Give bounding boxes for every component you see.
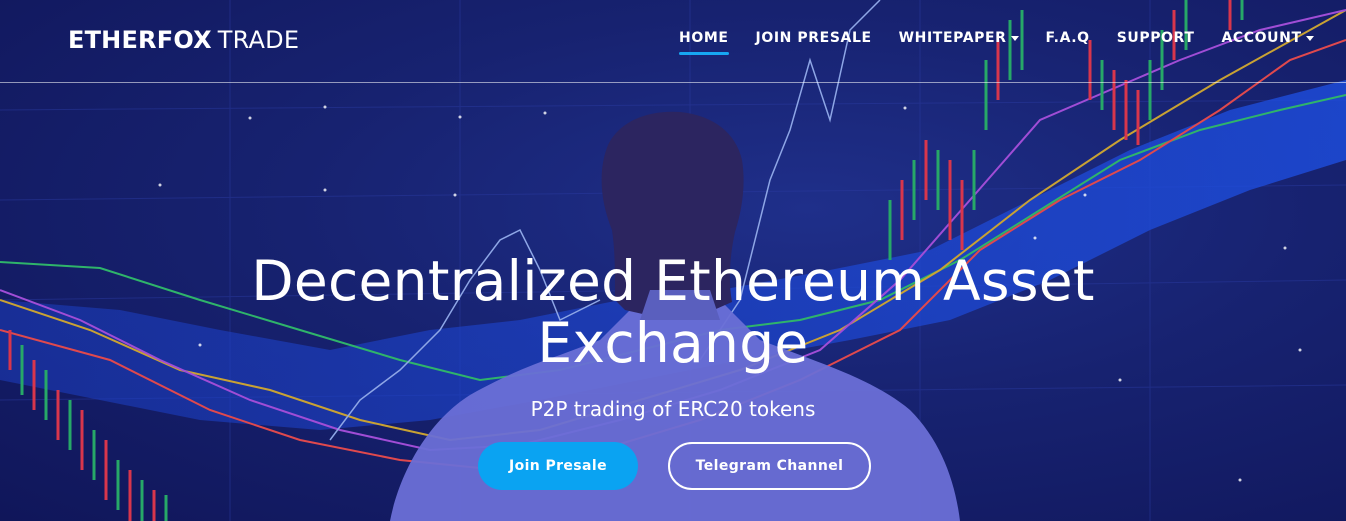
hero-section: ETHERFOX TRADE HOME JOIN PRESALE WHITEPAP…	[0, 0, 1346, 521]
nav-label: WHITEPAPER	[898, 30, 1007, 46]
join-presale-button[interactable]: Join Presale	[478, 442, 638, 490]
nav-label: JOIN PRESALE	[755, 30, 872, 46]
caret-down-icon	[1305, 35, 1314, 41]
brand-name-light: TRADE	[217, 26, 300, 54]
brand-logo[interactable]: ETHERFOX TRADE	[68, 26, 299, 54]
nav-item-account[interactable]: ACCOUNT	[1221, 30, 1314, 46]
nav-label: ACCOUNT	[1221, 30, 1302, 46]
caret-down-icon	[1010, 35, 1019, 41]
telegram-channel-button[interactable]: Telegram Channel	[668, 442, 871, 490]
nav-label: HOME	[679, 30, 729, 46]
hero-title: Decentralized Ethereum Asset Exchange	[0, 250, 1346, 374]
brand-name-bold: ETHERFOX	[68, 26, 212, 54]
top-navbar: ETHERFOX TRADE HOME JOIN PRESALE WHITEPAP…	[0, 0, 1346, 83]
hero-subtitle: P2P trading of ERC20 tokens	[530, 397, 816, 421]
nav-item-join-presale[interactable]: JOIN PRESALE	[756, 30, 872, 46]
nav-label: F.A.Q	[1045, 30, 1090, 46]
nav-item-faq[interactable]: F.A.Q	[1046, 30, 1090, 46]
nav-label: SUPPORT	[1116, 30, 1195, 46]
hero-title-line1: Decentralized Ethereum Asset	[251, 249, 1095, 313]
nav-item-whitepaper[interactable]: WHITEPAPER	[899, 30, 1019, 46]
hero-title-line2: Exchange	[537, 311, 809, 375]
main-nav: HOME JOIN PRESALE WHITEPAPER F.A.Q SUPPO…	[679, 30, 1341, 55]
nav-item-support[interactable]: SUPPORT	[1117, 30, 1195, 46]
nav-item-home[interactable]: HOME	[679, 30, 729, 55]
